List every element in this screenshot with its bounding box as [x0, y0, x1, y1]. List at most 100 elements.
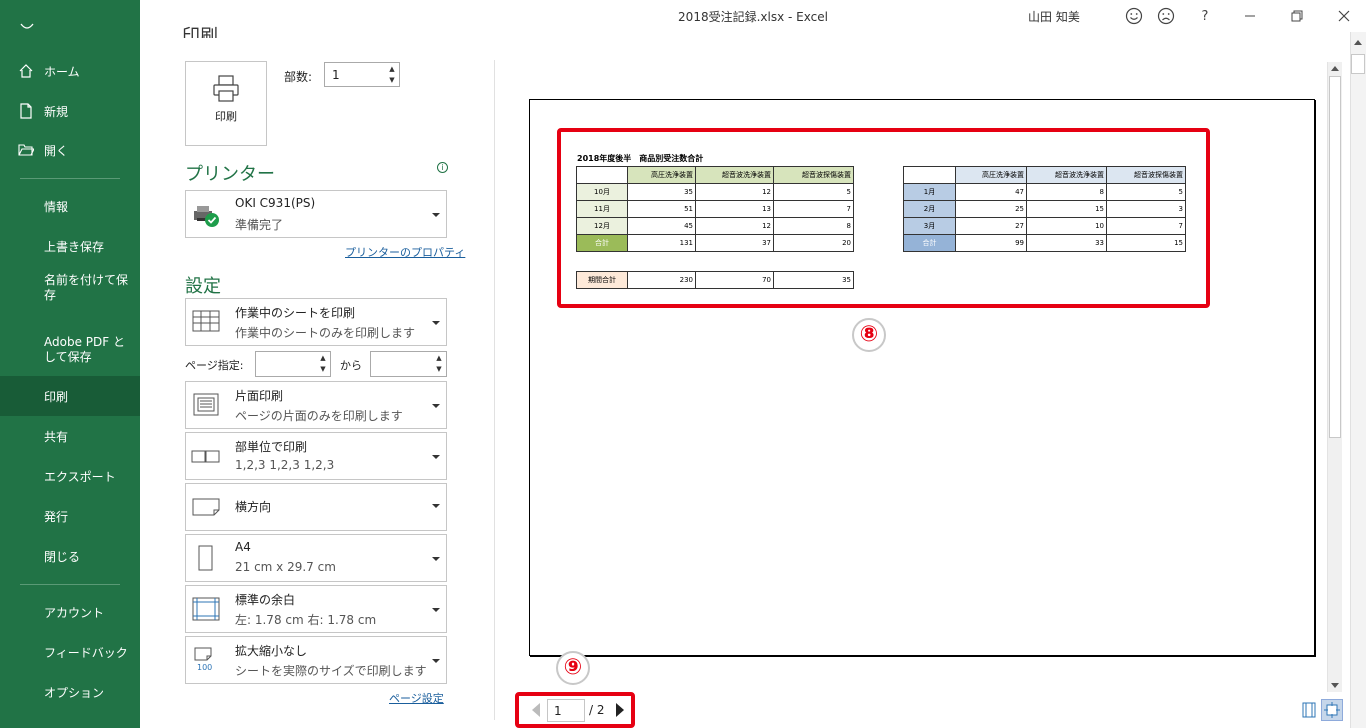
sidebar-item-home[interactable]: ホーム: [0, 51, 140, 91]
stepper-up-icon[interactable]: ▲: [320, 353, 325, 363]
help-icon[interactable]: ?: [1195, 6, 1215, 26]
scroll-up-icon[interactable]: [1331, 66, 1339, 71]
printer-icon: [213, 75, 239, 102]
sidebar-item-share[interactable]: 共有: [0, 416, 140, 456]
pages-label: ページ指定:: [185, 359, 244, 372]
printer-status: 準備完了: [235, 218, 284, 232]
chevron-down-icon: [432, 659, 440, 663]
paper-size-icon: [198, 545, 213, 571]
margins-desc: 左: 1.78 cm 右: 1.78 cm: [235, 613, 377, 627]
sidebar-divider: [20, 178, 120, 179]
stepper-down-icon[interactable]: ▼: [389, 75, 394, 85]
scroll-thumb[interactable]: [1329, 76, 1341, 438]
folder-open-icon: [18, 144, 34, 156]
paper-size-title: A4: [235, 540, 251, 554]
info-icon[interactable]: i: [437, 162, 448, 173]
sidebar-divider: [20, 584, 120, 585]
sides-desc: ページの片面のみを印刷します: [235, 409, 403, 423]
pages-to-input[interactable]: ▲ ▼: [370, 351, 447, 377]
sidebar-item-open[interactable]: 開く: [0, 130, 140, 170]
printer-dropdown[interactable]: OKI C931(PS) 準備完了: [185, 190, 447, 238]
sidebar-item-label: エクスポート: [44, 469, 116, 484]
sidebar-item-info[interactable]: 情報: [0, 186, 140, 226]
total-pages: / 2: [589, 703, 605, 717]
collate-dropdown[interactable]: 部単位で印刷 1,2,3 1,2,3 1,2,3: [185, 432, 447, 480]
title-bar: 2018受注記録.xlsx - Excel 山田 知美 ?: [140, 0, 1366, 32]
sidebar-item-print[interactable]: 印刷: [0, 376, 140, 416]
print-scope-title: 作業中のシートを印刷: [235, 306, 356, 320]
stepper-up-icon[interactable]: ▲: [436, 353, 441, 363]
print-button[interactable]: 印刷: [185, 61, 267, 146]
previous-page-icon[interactable]: [532, 703, 540, 717]
orientation-dropdown[interactable]: 横方向: [185, 483, 447, 531]
page-setup-link[interactable]: ページ設定: [389, 690, 444, 706]
sidebar-item-export[interactable]: エクスポート: [0, 456, 140, 496]
print-scope-dropdown[interactable]: 作業中のシートを印刷 作業中のシートのみを印刷します: [185, 298, 447, 346]
show-margins-button[interactable]: [1298, 699, 1320, 721]
pages-to-stepper[interactable]: ▲ ▼: [434, 353, 444, 374]
settings-heading: 設定: [185, 276, 221, 297]
smile-icon[interactable]: [1124, 6, 1144, 26]
new-document-icon: [20, 103, 32, 119]
scaling-dropdown[interactable]: 100 拡大縮小なし シートを実際のサイズで印刷します: [185, 636, 447, 684]
sidebar-item-save-as-pdf[interactable]: Adobe PDF として保存: [0, 328, 136, 372]
print-button-label: 印刷: [215, 110, 237, 123]
stepper-up-icon[interactable]: ▲: [389, 64, 394, 74]
paper-size-dropdown[interactable]: A4 21 cm x 29.7 cm: [185, 534, 447, 582]
sidebar-item-close[interactable]: 閉じる: [0, 536, 140, 576]
copies-label: 部数:: [284, 70, 313, 84]
scroll-thumb[interactable]: [1351, 54, 1365, 74]
sidebar-item-options[interactable]: オプション: [0, 672, 140, 712]
sidebar-item-label: 上書き保存: [44, 239, 105, 254]
sidebar-item-new[interactable]: 新規: [0, 91, 140, 131]
window-scrollbar[interactable]: [1350, 32, 1366, 728]
print-scope-desc: 作業中のシートのみを印刷します: [235, 326, 416, 340]
sidebar-item-label: 発行: [44, 509, 69, 524]
pages-from-stepper[interactable]: ▲ ▼: [318, 353, 328, 374]
sides-title: 片面印刷: [235, 389, 284, 403]
printer-properties-link[interactable]: プリンターのプロパティ: [345, 244, 465, 260]
page-title: 印刷: [182, 26, 218, 38]
sidebar-item-label: 新規: [44, 104, 69, 119]
printer-ready-icon: [194, 206, 219, 227]
annotation-highlight-preview: [557, 128, 1210, 308]
preview-scrollbar[interactable]: [1327, 62, 1342, 692]
sidebar-item-label: 開く: [44, 143, 69, 158]
minimize-icon[interactable]: [1240, 6, 1260, 26]
stepper-down-icon[interactable]: ▼: [320, 364, 325, 374]
close-icon[interactable]: [1334, 6, 1354, 26]
paper-size-desc: 21 cm x 29.7 cm: [235, 560, 336, 574]
margins-title: 標準の余白: [235, 593, 296, 607]
home-icon: [19, 64, 33, 78]
copies-input[interactable]: 1 ▲ ▼: [324, 62, 400, 87]
scroll-down-icon[interactable]: [1331, 683, 1339, 688]
stepper-down-icon[interactable]: ▼: [436, 364, 441, 374]
sidebar-item-save-as[interactable]: 名前を付けて保存: [0, 266, 136, 310]
user-name[interactable]: 山田 知美: [1028, 8, 1080, 25]
annotation-marker-9: ⑨: [556, 651, 590, 685]
zoom-to-page-button[interactable]: [1321, 699, 1343, 721]
sidebar-item-label: 名前を付けて保存: [44, 273, 129, 302]
orientation-title: 横方向: [235, 500, 272, 514]
margins-dropdown[interactable]: 標準の余白 左: 1.78 cm 右: 1.78 cm: [185, 585, 447, 633]
current-page-input[interactable]: 1: [547, 699, 585, 722]
sidebar-item-label: 印刷: [44, 389, 69, 404]
annotation-marker-8: ⑧: [852, 318, 886, 352]
sidebar-item-publish[interactable]: 発行: [0, 496, 140, 536]
next-page-icon[interactable]: [616, 703, 624, 717]
sidebar-item-save[interactable]: 上書き保存: [0, 226, 140, 266]
sides-dropdown[interactable]: 片面印刷 ページの片面のみを印刷します: [185, 381, 447, 429]
window-title: 2018受注記録.xlsx - Excel: [678, 10, 828, 24]
restore-icon[interactable]: [1287, 6, 1307, 26]
pages-from-input[interactable]: ▲ ▼: [255, 351, 331, 377]
frown-icon[interactable]: [1156, 6, 1176, 26]
collate-title: 部単位で印刷: [235, 440, 308, 454]
scaling-desc: シートを実際のサイズで印刷します: [235, 664, 427, 678]
sidebar-item-account[interactable]: アカウント: [0, 592, 140, 632]
sidebar-item-feedback[interactable]: フィードバック: [0, 632, 140, 672]
zoom-page-icon: [1324, 702, 1340, 718]
scaling-icon-text: 100: [197, 663, 213, 672]
scroll-up-icon[interactable]: [1354, 40, 1362, 45]
copies-stepper[interactable]: ▲ ▼: [387, 64, 397, 85]
back-arrow-icon[interactable]: [18, 22, 36, 40]
